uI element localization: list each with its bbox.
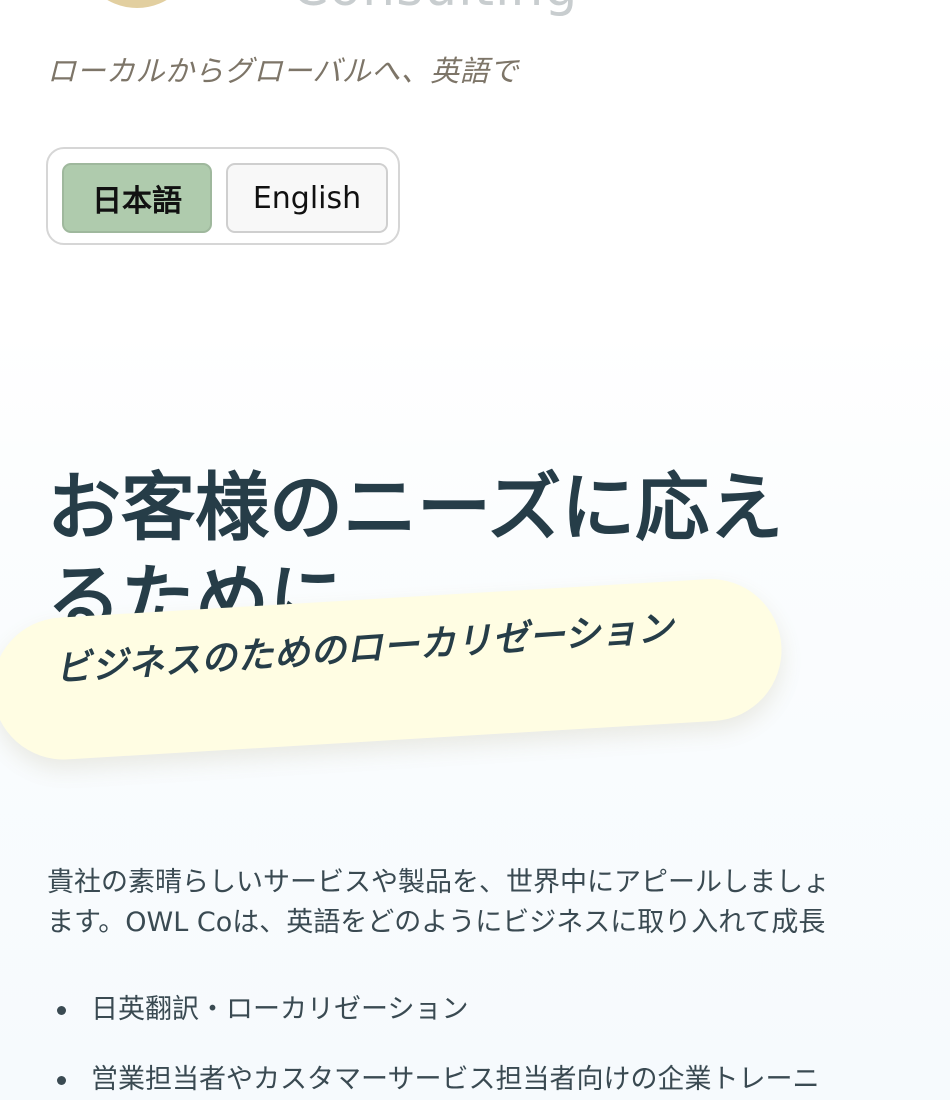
list-item: 日英翻訳・ローカリゼーション [47, 990, 950, 1030]
intro-paragraph: 貴社の素晴らしいサービスや製品を、世界中にアピールしましょ ます。OWL Coは… [47, 863, 950, 943]
language-switcher: 日本語 English [46, 147, 400, 245]
site-tagline: ローカルからグローバルへ、英語で [47, 54, 519, 88]
page: Consulting ローカルからグローバルへ、英語で 日本語 English … [0, 0, 950, 1100]
logo-wordmark[interactable]: Consulting [292, 0, 578, 14]
bullet-icon [57, 1076, 66, 1085]
intro-line-1: 貴社の素晴らしいサービスや製品を、世界中にアピールしましょ [47, 867, 830, 898]
language-japanese-button[interactable]: 日本語 [62, 163, 212, 233]
list-item: 営業担当者やカスタマーサービス担当者向けの企業トレーニ [47, 1060, 950, 1100]
bullet-icon [57, 1006, 66, 1015]
hero-title-line-1: お客様のニーズに応え [47, 465, 784, 551]
language-english-button[interactable]: English [226, 163, 388, 233]
logo-emblem[interactable] [78, 0, 196, 8]
feature-label: 営業担当者やカスタマーサービス担当者向けの企業トレーニ [91, 1064, 820, 1095]
feature-label: 日英翻訳・ローカリゼーション [91, 994, 469, 1025]
intro-line-2: ます。OWL Coは、英語をどのようにビジネスに取り入れて成長 [47, 907, 826, 938]
feature-list: 日英翻訳・ローカリゼーション 営業担当者やカスタマーサービス担当者向けの企業トレ… [47, 990, 950, 1100]
